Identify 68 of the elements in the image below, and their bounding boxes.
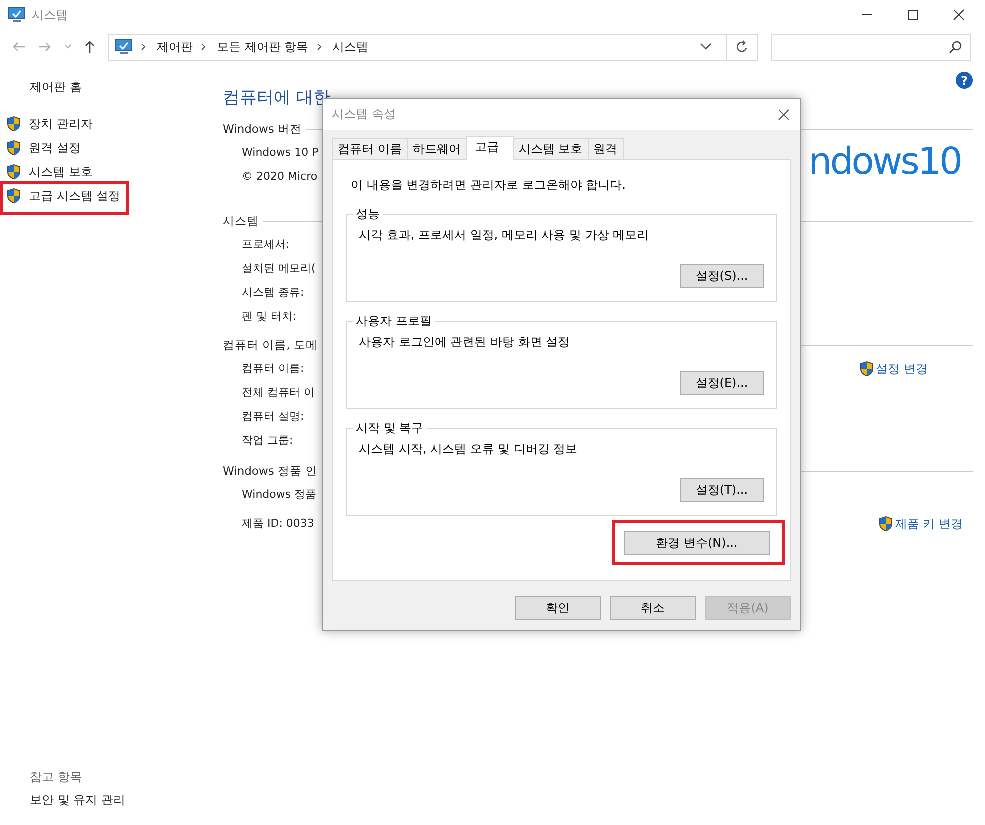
- chevron-icon: [316, 43, 323, 51]
- section-title: 시스템: [223, 214, 259, 228]
- field-label: 제품 ID: 0033: [242, 516, 314, 532]
- help-button[interactable]: ?: [956, 72, 973, 89]
- breadcrumb-item[interactable]: 시스템: [332, 38, 369, 56]
- sidebar-link[interactable]: 원격 설정: [0, 136, 81, 160]
- sidebar-link[interactable]: 고급 시스템 설정: [0, 181, 129, 215]
- settings-button[interactable]: 설정(E)...: [680, 371, 764, 395]
- section-label: 참고 항목: [30, 769, 83, 786]
- field-label: © 2020 Micro: [242, 169, 318, 185]
- sidebar-link[interactable]: 시스템 보호: [0, 160, 93, 184]
- window-title: 시스템: [32, 6, 68, 24]
- dialog-title: 시스템 속성: [332, 106, 396, 123]
- section-title: Windows 버전: [223, 122, 302, 136]
- settings-button[interactable]: 설정(T)...: [680, 478, 764, 502]
- sidebar-link[interactable]: 제어판 홈: [0, 77, 82, 97]
- field-label: 작업 그룹:: [242, 433, 294, 449]
- tab[interactable]: 원격: [588, 138, 624, 159]
- shield-icon: [7, 116, 21, 132]
- field-label: 시스템 종류:: [242, 285, 304, 301]
- close-icon[interactable]: [953, 9, 965, 21]
- search-field[interactable]: [771, 34, 971, 60]
- chevron-icon: [141, 43, 147, 51]
- settings-link[interactable]: 설정 변경: [860, 357, 973, 381]
- shield-icon: [879, 516, 894, 532]
- sidebar-link[interactable]: 장치 관리자: [0, 112, 93, 136]
- windows-logo-text: ndows10: [808, 139, 962, 185]
- search-icon: [949, 40, 962, 54]
- breadcrumb-item[interactable]: 제어판: [157, 38, 193, 56]
- breadcrumb-item[interactable]: 모든 제어판 항목: [217, 38, 309, 56]
- group-title: 성능: [353, 206, 383, 223]
- section-title: Windows 정품 인: [223, 464, 318, 478]
- field-label: Windows 10 P: [242, 145, 319, 161]
- monitor-icon: [115, 39, 133, 55]
- group-title: 사용자 프로필: [353, 313, 435, 330]
- field-label: 전체 컴퓨터 이: [242, 385, 315, 401]
- notice-text: 이 내용을 변경하려면 관리자로 로그온해야 합니다.: [350, 177, 627, 194]
- up-arrow-icon[interactable]: [84, 40, 96, 54]
- shield-icon: [860, 361, 874, 377]
- field-label: 펜 및 터치:: [242, 309, 297, 325]
- field-label: Windows 정품: [242, 487, 317, 503]
- group-description: 사용자 로그인에 관련된 바탕 화면 설정: [359, 334, 572, 351]
- refresh-icon: [735, 40, 749, 54]
- dropdown-chevron-icon[interactable]: [700, 43, 712, 51]
- section-title: 컴퓨터 이름, 도메: [223, 338, 318, 352]
- tab[interactable]: 고급: [466, 136, 514, 160]
- shield-icon: [7, 164, 21, 180]
- field-label: 설치된 메모리(: [242, 261, 316, 277]
- shield-icon: [7, 188, 21, 204]
- dialog-button[interactable]: 확인: [515, 596, 601, 620]
- group-title: 시작 및 복구: [353, 420, 427, 437]
- environment-variables-button[interactable]: 환경 변수(N)...: [624, 531, 770, 555]
- dialog-button[interactable]: 취소: [610, 596, 696, 620]
- shield-icon: [7, 140, 21, 156]
- address-bar[interactable]: 제어판 모든 제어판 항목 시스템: [108, 34, 758, 60]
- sidebar-link[interactable]: 보안 및 유지 관리: [30, 792, 215, 809]
- tab[interactable]: 컴퓨터 이름: [332, 138, 408, 159]
- settings-link[interactable]: 제품 키 변경: [879, 512, 973, 536]
- field-label: 컴퓨터 이름:: [242, 361, 304, 377]
- settings-button[interactable]: 설정(S)...: [680, 264, 764, 288]
- chevron-icon: [201, 43, 207, 51]
- group-description: 시각 효과, 프로세서 일정, 메모리 사용 및 가상 메모리: [359, 227, 650, 244]
- group-description: 시스템 시작, 시스템 오류 및 디버깅 정보: [359, 441, 579, 458]
- field-label: 프로세서:: [242, 237, 290, 253]
- maximize-icon[interactable]: [907, 9, 919, 21]
- monitor-icon: [8, 7, 26, 23]
- field-label: 컴퓨터 설명:: [242, 409, 304, 425]
- close-icon[interactable]: [778, 108, 790, 120]
